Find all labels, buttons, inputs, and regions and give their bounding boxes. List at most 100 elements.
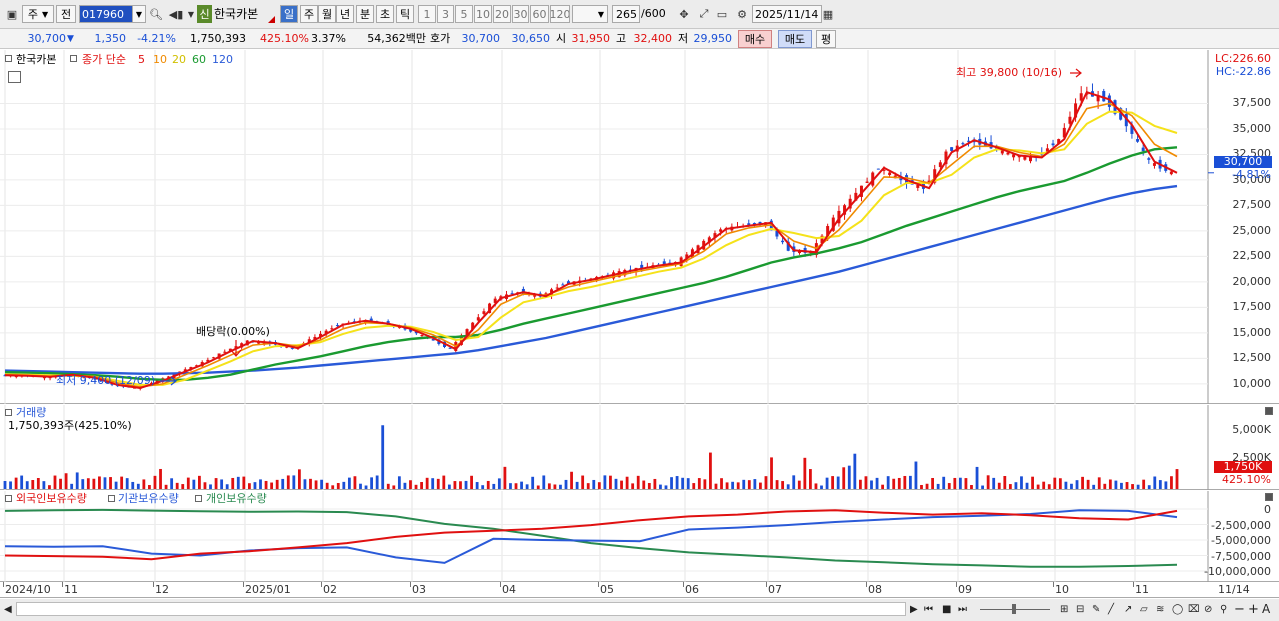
count-input[interactable]: 265	[612, 5, 640, 23]
scroll-left-icon[interactable]: ◀	[4, 601, 12, 617]
window-icon[interactable]: ▣	[4, 5, 20, 23]
search-icon[interactable]: 🔍︎	[148, 5, 164, 23]
eraser-icon[interactable]: ✎	[1092, 601, 1100, 617]
trend-tool-icon[interactable]: ⤢	[696, 5, 712, 23]
volume-bar	[942, 476, 946, 489]
stop-icon[interactable]: ■	[942, 601, 951, 617]
prev-button[interactable]: 전	[56, 5, 76, 23]
draw-box-icon[interactable]: ▱	[1140, 601, 1148, 617]
volume-bar	[264, 480, 268, 489]
volume-bar	[1075, 480, 1079, 489]
tab-period-2[interactable]: 월	[318, 5, 336, 23]
tab-minute-1[interactable]: 1	[418, 5, 436, 23]
volume-bar	[442, 475, 446, 489]
legend-toggle-icon[interactable]	[195, 495, 202, 502]
volume-chart[interactable]	[0, 405, 1279, 490]
draw-delete-icon[interactable]: ⌧	[1188, 601, 1200, 617]
crosshair-icon[interactable]: ✥	[676, 5, 692, 23]
text-tool-icon[interactable]: A	[1262, 601, 1270, 617]
volume-bar	[370, 477, 373, 489]
volume-bar	[159, 468, 162, 489]
code-dropdown-button[interactable]: ▼	[132, 5, 146, 23]
volume-bar	[1120, 482, 1123, 489]
tab-minute-60[interactable]: 60	[530, 5, 549, 23]
tab-minute-10[interactable]: 10	[474, 5, 492, 23]
indicator-icon[interactable]: ⊞	[1060, 601, 1068, 617]
price-panel[interactable]: 한국카본 종가 단순 5 10 20 60 120 LC:226.60 HC:-…	[0, 50, 1279, 404]
volume-bar	[1020, 476, 1023, 489]
tab-minute-30[interactable]: 30	[512, 5, 529, 23]
last-page-icon[interactable]: ⏭	[958, 601, 967, 617]
tab-period-4[interactable]: 분	[356, 5, 374, 23]
first-page-icon[interactable]: ⏮	[924, 601, 933, 617]
zoom-out-icon[interactable]: −	[1234, 601, 1245, 617]
date-input[interactable]: 2025/11/14	[752, 5, 822, 23]
gear-icon[interactable]: ⚙	[734, 5, 750, 23]
tab-minute-120[interactable]: 120	[550, 5, 570, 23]
volume-axis-5000k: 5,000K	[1232, 423, 1271, 436]
stock-code-input[interactable]: 017960	[79, 5, 139, 23]
panel-menu-icon[interactable]	[5, 55, 12, 62]
volume-bar	[181, 484, 185, 489]
minute-select[interactable]: ▼	[572, 5, 608, 23]
volume-bar	[464, 480, 468, 489]
low-annotation: 최저 9,400 (12/09)	[56, 374, 156, 387]
volume-bar	[270, 482, 274, 489]
ruler-icon[interactable]: ⊟	[1076, 601, 1084, 617]
volume-bar	[286, 475, 290, 489]
volume-bar	[492, 483, 496, 489]
volume-bar	[386, 483, 390, 489]
magnifier-icon[interactable]: ⚲	[1220, 601, 1227, 617]
draw-circle-icon[interactable]: ◯	[1172, 601, 1183, 617]
volume-panel[interactable]: 거래량 1,750,393주(425.10%) 5,000K 2,500K 1,…	[0, 405, 1279, 490]
draw-fib-icon[interactable]: ≋	[1156, 601, 1164, 617]
draw-trend-icon[interactable]: ↗	[1124, 601, 1132, 617]
tab-period-0[interactable]: 일	[280, 5, 298, 23]
candle-body	[1051, 143, 1055, 146]
tab-minute-3[interactable]: 3	[437, 5, 454, 23]
sell-button[interactable]: 매도	[778, 30, 812, 48]
save-icon[interactable]: ▭	[714, 5, 730, 23]
table-icon[interactable]	[8, 71, 21, 83]
holdings-panel[interactable]: 외국인보유수량 기관보유수량 개인보유수량 0 -2,500,000 -5,000,…	[0, 491, 1279, 582]
volume-bar	[53, 475, 57, 489]
legend-toggle-icon[interactable]	[70, 55, 77, 62]
panel-menu-icon[interactable]	[5, 495, 12, 502]
tab-minute-5[interactable]: 5	[455, 5, 473, 23]
tab-period-1[interactable]: 주	[300, 5, 318, 23]
calendar-icon[interactable]: ▦	[820, 5, 836, 23]
eval-button[interactable]: 평	[816, 30, 836, 48]
holdings-chart[interactable]	[0, 491, 1279, 582]
panel-close-icon[interactable]	[1265, 493, 1273, 501]
draw-line-icon[interactable]: ╱	[1108, 601, 1114, 617]
volume-bar	[886, 476, 890, 489]
legend-toggle-icon[interactable]	[108, 495, 115, 502]
panel-close-icon[interactable]	[1265, 407, 1273, 415]
date-axis-label: 02	[323, 583, 337, 596]
zoom-slider-handle[interactable]	[1012, 604, 1016, 614]
panel-menu-icon[interactable]	[5, 409, 12, 416]
scroll-track[interactable]	[16, 602, 906, 616]
volume-bar	[1031, 476, 1034, 489]
chart-scrollbar[interactable]: ◀ ▶ ⏮ ■ ⏭ ⊞ ⊟ ✎ ╱ ↗ ▱ ≋ ◯ ⌧ ⊘ ⚲ − + A	[0, 599, 1279, 621]
volume-bar	[9, 481, 12, 489]
speaker-icon[interactable]: ◀▮	[168, 5, 184, 23]
draw-text-icon[interactable]: ⊘	[1204, 601, 1212, 617]
date-axis-tick	[766, 582, 767, 587]
price-chart[interactable]	[0, 50, 1279, 404]
scroll-right-icon[interactable]: ▶	[910, 601, 918, 617]
buy-button[interactable]: 매수	[738, 30, 772, 48]
volume-bar	[958, 477, 962, 489]
chart-type-select[interactable]: 주 ▼	[22, 5, 54, 23]
tab-period-3[interactable]: 년	[336, 5, 354, 23]
tab-minute-20[interactable]: 20	[493, 5, 511, 23]
date-axis-label: 04	[502, 583, 516, 596]
volume-bar	[670, 477, 673, 489]
date-axis-tick	[3, 582, 4, 587]
volume-bar	[759, 482, 762, 489]
tab-period-5[interactable]: 초	[376, 5, 394, 23]
tab-period-6[interactable]: 틱	[396, 5, 414, 23]
date-axis-label: 11	[64, 583, 78, 596]
zoom-in-icon[interactable]: +	[1248, 601, 1259, 617]
volume-bar	[897, 477, 901, 489]
